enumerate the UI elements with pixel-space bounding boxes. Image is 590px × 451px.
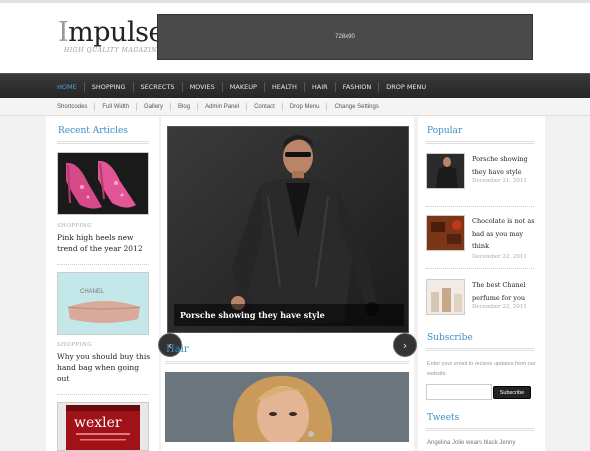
- heading-divider: [426, 348, 534, 351]
- popular-item[interactable]: The best Chanel perfume for you December…: [426, 279, 536, 329]
- article-thumbnail-handbag[interactable]: CHANEL: [57, 272, 149, 335]
- article-title[interactable]: Why you should buy this hand bag when go…: [57, 351, 153, 384]
- slider-next-button[interactable]: ›: [393, 333, 417, 357]
- nav-item-secrects[interactable]: SECRECTS: [134, 81, 183, 92]
- recent-articles-sidebar: Recent Articles SHOPPING Pink high heels…: [46, 116, 159, 451]
- popular-title[interactable]: The best Chanel perfume for you: [472, 279, 538, 304]
- popular-date: December 22, 2011: [472, 304, 527, 310]
- nav-item-health[interactable]: HEALTH: [265, 81, 305, 92]
- recent-articles-heading: Recent Articles: [58, 126, 128, 136]
- subscribe-button[interactable]: Subscribe: [493, 386, 531, 399]
- popular-date: December 22, 2011: [472, 254, 527, 260]
- ad-banner[interactable]: 728x90: [157, 14, 533, 60]
- bag-brand-label: CHANEL: [80, 289, 105, 295]
- subscribe-description: Enter your email to recieve updates from…: [427, 361, 536, 377]
- wexler-can-image: wexler: [58, 403, 148, 450]
- subnav-item-shortcodes[interactable]: Shortcodes: [50, 103, 96, 111]
- handbag-image: CHANEL: [58, 273, 148, 334]
- woman-portrait-image: [165, 372, 409, 442]
- slide-caption[interactable]: Porsche showing they have style: [174, 304, 404, 326]
- nav-item-fashion[interactable]: FASHION: [336, 81, 380, 92]
- popular-title[interactable]: Porsche showing they have style: [472, 153, 538, 178]
- heading-divider: [165, 361, 409, 364]
- site-header: Impulse HIGH QUALITY MAGAZINE 728x90: [0, 3, 590, 73]
- article-divider: [57, 264, 149, 265]
- sub-nav: Shortcodes Full Width Gallery Blog Admin…: [0, 98, 590, 116]
- featured-slider[interactable]: Porsche showing they have style: [167, 126, 409, 333]
- article-thumbnail-heels[interactable]: [57, 152, 149, 215]
- article-category[interactable]: SHOPPING: [57, 342, 92, 348]
- popular-divider: [426, 268, 534, 269]
- article-category[interactable]: SHOPPING: [57, 223, 92, 229]
- perfume-thumb: [427, 280, 464, 314]
- pink-heels-image: [58, 153, 148, 214]
- popular-divider: [426, 206, 534, 207]
- subnav-item-gallery[interactable]: Gallery: [137, 103, 172, 111]
- popular-item[interactable]: Porsche showing they have style December…: [426, 153, 536, 203]
- subnav-item-blog[interactable]: Blog: [171, 103, 199, 111]
- nav-item-home[interactable]: HOME: [50, 81, 85, 92]
- can-brand-label: wexler: [74, 415, 122, 431]
- article-thumbnail-wexler[interactable]: wexler: [57, 402, 149, 451]
- popular-thumbnail[interactable]: [426, 279, 465, 315]
- popular-title[interactable]: Chocolate is not as bad as you may think: [472, 215, 538, 253]
- article-divider: [57, 394, 149, 395]
- site-tagline: HIGH QUALITY MAGAZINE: [64, 47, 163, 54]
- subscribe-heading: Subscribe: [427, 333, 473, 343]
- porsche-man-thumb: [427, 154, 464, 188]
- heading-divider: [57, 141, 149, 144]
- subnav-item-change-settings[interactable]: Change Settings: [327, 103, 385, 111]
- main-nav: HOME SHOPPING SECRECTS MOVIES MAKEUP HEA…: [0, 73, 590, 98]
- hair-feature-image[interactable]: [165, 372, 409, 442]
- main-content: Porsche showing they have style ‹ › Hair: [158, 116, 417, 451]
- subnav-item-admin-panel[interactable]: Admin Panel: [198, 103, 248, 111]
- subnav-item-drop-menu[interactable]: Drop Menu: [283, 103, 328, 111]
- nav-item-hair[interactable]: HAIR: [305, 81, 336, 92]
- popular-thumbnail[interactable]: [426, 153, 465, 189]
- nav-item-drop-menu[interactable]: DROP MENU: [379, 82, 433, 92]
- ad-banner-size: 728x90: [335, 34, 355, 40]
- nav-item-movies[interactable]: MOVIES: [183, 81, 223, 92]
- chocolate-thumb: [427, 216, 464, 250]
- subnav-item-full-width[interactable]: Full Width: [95, 103, 138, 111]
- logo-initial: I: [58, 17, 69, 48]
- hair-section-heading[interactable]: Hair: [166, 344, 189, 355]
- slide-image: [168, 127, 408, 332]
- heading-divider: [426, 141, 534, 144]
- heading-divider: [426, 428, 534, 431]
- subnav-item-contact[interactable]: Contact: [247, 103, 283, 111]
- popular-thumbnail[interactable]: [426, 215, 465, 251]
- popular-heading: Popular: [427, 126, 463, 136]
- article-title[interactable]: Pink high heels new trend of the year 20…: [57, 232, 153, 254]
- nav-item-makeup[interactable]: MAKEUP: [223, 81, 265, 92]
- popular-date: December 21, 2011: [472, 178, 527, 184]
- subscribe-email-input[interactable]: [426, 384, 492, 400]
- tweet-text[interactable]: Angelina Jolie wears black Jenny: [427, 438, 537, 448]
- site-logo[interactable]: Impulse: [58, 17, 164, 48]
- popular-item[interactable]: Chocolate is not as bad as you may think…: [426, 215, 536, 265]
- logo-text: mpulse: [68, 17, 164, 48]
- nav-item-shopping[interactable]: SHOPPING: [85, 81, 134, 92]
- right-sidebar: Popular Porsche showing they have style …: [418, 116, 545, 451]
- chevron-right-icon: ›: [402, 338, 408, 352]
- tweets-heading: Tweets: [427, 413, 460, 423]
